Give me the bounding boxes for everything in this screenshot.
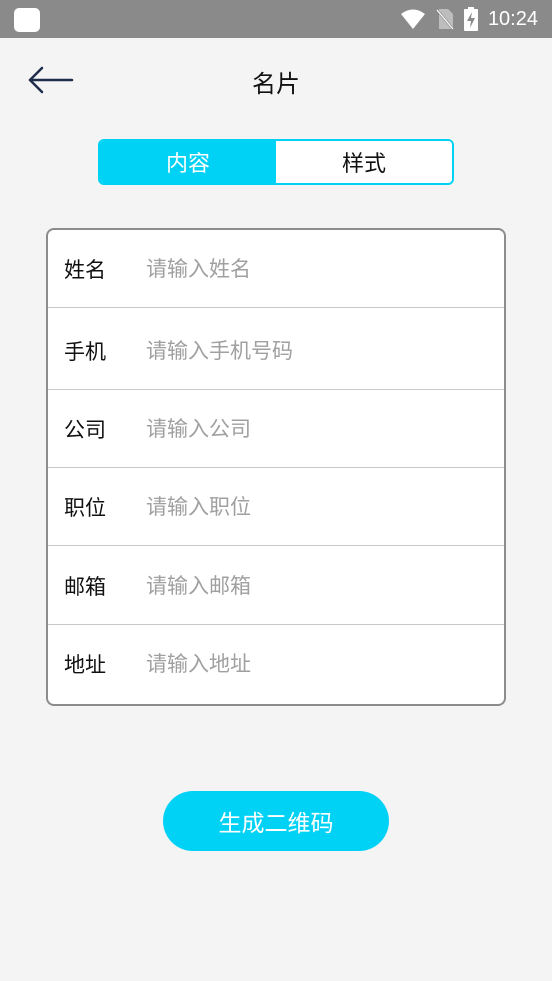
header: 名片 [0,38,552,124]
battery-charging-icon [463,7,478,31]
form-row-address: 地址 [48,625,504,703]
email-input[interactable] [146,565,492,606]
page-title: 名片 [252,70,300,98]
name-label: 姓名 [64,257,106,282]
tab-content[interactable]: 内容 [100,141,276,183]
position-input[interactable] [146,486,492,527]
email-label: 邮箱 [64,574,106,599]
no-sim-icon [435,8,454,30]
form-row-company: 公司 [48,390,504,468]
address-label: 地址 [64,653,106,677]
form-row-email: 邮箱 [48,547,504,625]
position-label: 职位 [64,495,106,520]
name-input[interactable] [146,248,492,289]
tab-bar: 内容 样式 [98,139,454,185]
company-input[interactable] [146,408,492,449]
generate-qr-button[interactable]: 生成二维码 [163,791,389,851]
status-time: 10:24 [487,7,538,30]
app-icon [14,8,40,32]
wifi-icon [400,8,426,30]
status-indicators: 10:24 [400,0,538,38]
form-row-name: 姓名 [48,230,504,308]
phone-label: 手机 [64,339,106,364]
tab-style[interactable]: 样式 [276,141,452,183]
business-card-form: 姓名 手机 公司 职位 邮箱 地址 [46,228,506,706]
form-row-phone: 手机 [48,312,504,390]
form-row-position: 职位 [48,468,504,546]
address-input[interactable] [146,644,492,684]
company-label: 公司 [64,417,106,442]
status-bar: 10:24 [0,0,552,38]
phone-input[interactable] [146,330,492,371]
